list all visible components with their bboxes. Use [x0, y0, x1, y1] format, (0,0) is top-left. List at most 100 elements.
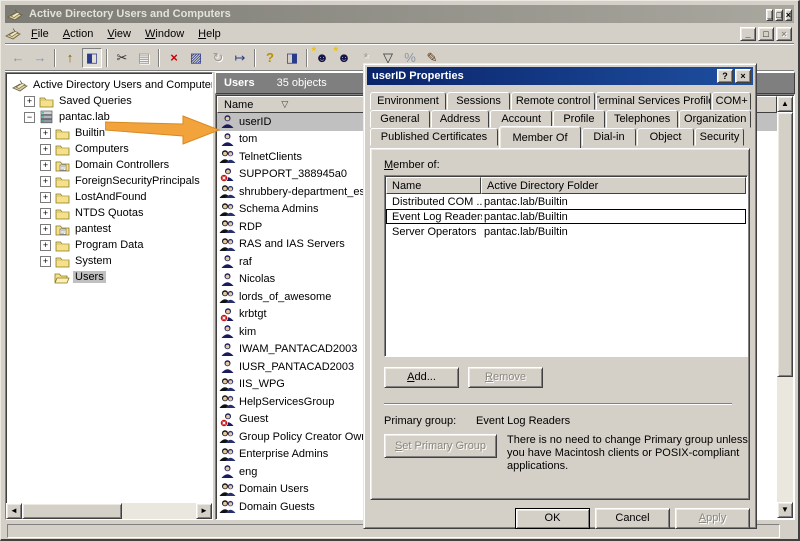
description-bar-icon[interactable]: ◨: [282, 48, 302, 68]
minimize-button[interactable]: _: [766, 9, 773, 21]
tree-item-saved-queries[interactable]: +Saved Queries: [10, 93, 212, 109]
up-one-level-icon[interactable]: ↑: [60, 48, 80, 68]
tab-remote-control[interactable]: Remote control: [511, 92, 595, 110]
close-button[interactable]: ×: [785, 9, 792, 21]
group-icon: [219, 516, 236, 518]
primary-group-label: Primary group:: [384, 415, 456, 427]
group-icon: [219, 149, 236, 165]
maximize-button[interactable]: □: [775, 9, 782, 21]
properties-icon[interactable]: ▨: [186, 48, 206, 68]
tree-item-system[interactable]: +System: [10, 253, 212, 269]
tree-horizontal-scrollbar[interactable]: ◄ ►: [6, 503, 212, 519]
tab-address[interactable]: Address: [431, 110, 490, 128]
sparkle-icon: *: [333, 44, 338, 58]
add-button[interactable]: Add...: [384, 367, 459, 388]
tab-security[interactable]: Security: [695, 128, 744, 146]
user-icon: [219, 341, 236, 357]
tree-item-foreignsecurityprincipals[interactable]: +ForeignSecurityPrincipals: [10, 173, 212, 189]
tree-item-active-directory-users-and-computer[interactable]: Active Directory Users and Computer: [10, 77, 212, 93]
folder-icon: [38, 94, 54, 108]
menu-file[interactable]: File: [24, 25, 56, 43]
scroll-up-button[interactable]: ▲: [777, 96, 793, 112]
tree-item-lostandfound[interactable]: +LostAndFound: [10, 189, 212, 205]
tree-expand-box[interactable]: +: [24, 96, 35, 107]
refresh-icon[interactable]: ↻: [208, 48, 228, 68]
tab-published-certificates[interactable]: Published Certificates: [370, 128, 498, 146]
list-vertical-scrollbar[interactable]: ▲ ▼: [777, 96, 793, 518]
window-titlebar[interactable]: Active Directory Users and Computers _□×: [5, 5, 794, 23]
toolbar-separator: [106, 49, 108, 67]
menu-items: FileActionViewWindowHelp: [24, 25, 228, 43]
tree-expand-box[interactable]: −: [24, 112, 35, 123]
tree-expand-box[interactable]: +: [40, 240, 51, 251]
scroll-left-button[interactable]: ◄: [6, 503, 22, 519]
tab-terminal-services-profile[interactable]: Terminal Services Profile: [596, 92, 711, 110]
tree-item-pantest[interactable]: +pantest: [10, 221, 212, 237]
mdi-minimize-button[interactable]: _: [740, 27, 756, 41]
tree-item-domain-controllers[interactable]: +Domain Controllers: [10, 157, 212, 173]
member-col-folder[interactable]: Active Directory Folder: [481, 177, 746, 194]
tree-expand-box[interactable]: +: [40, 144, 51, 155]
apply-button[interactable]: Apply: [675, 508, 750, 529]
dialog-help-button[interactable]: ?: [717, 69, 733, 83]
back-icon[interactable]: ←: [8, 48, 28, 68]
tree-expand-box[interactable]: +: [40, 128, 51, 139]
tab-organization[interactable]: Organization: [679, 110, 751, 128]
tree-expand-box[interactable]: +: [40, 256, 51, 267]
help-icon[interactable]: ?: [260, 48, 280, 68]
cancel-button[interactable]: Cancel: [595, 508, 670, 529]
member-row-server-operators[interactable]: Server Operatorspantac.lab/Builtin: [386, 224, 746, 239]
tab-dial-in[interactable]: Dial-in: [582, 128, 636, 146]
dialog-title-controls: ?×: [715, 69, 751, 83]
member-row-event-log-readers[interactable]: Event Log Readerspantac.lab/Builtin: [386, 209, 746, 224]
domain-icon: [38, 110, 54, 124]
ok-button[interactable]: OK: [515, 508, 590, 529]
forward-icon[interactable]: →: [30, 48, 50, 68]
tree-expand-box[interactable]: +: [40, 224, 51, 235]
dialog-close-button[interactable]: ×: [735, 69, 751, 83]
tab-general[interactable]: General: [370, 110, 430, 128]
group-icon: [219, 201, 236, 217]
tab-environment[interactable]: Environment: [370, 92, 446, 110]
menu-action[interactable]: Action: [56, 25, 101, 43]
tree-expand-box[interactable]: +: [40, 192, 51, 203]
tab-object[interactable]: Object: [637, 128, 694, 146]
new-user-icon[interactable]: ☻*: [312, 48, 332, 68]
set-primary-group-button[interactable]: Set Primary Group: [384, 434, 497, 458]
delete-icon[interactable]: ×: [164, 48, 184, 68]
tab-sessions[interactable]: Sessions: [447, 92, 510, 110]
scroll-down-button[interactable]: ▼: [777, 502, 793, 518]
tab-telephones[interactable]: Telephones: [606, 110, 679, 128]
tree-item-users[interactable]: Users: [10, 269, 212, 285]
member-of-list[interactable]: Name Active Directory Folder Distributed…: [384, 175, 748, 357]
dialog-titlebar[interactable]: userID Properties ?×: [367, 67, 753, 85]
list-item-label: kim: [239, 326, 256, 338]
menu-window[interactable]: Window: [138, 25, 191, 43]
mdi-restore-button[interactable]: □: [758, 27, 774, 41]
group-icon: [219, 236, 236, 252]
tree-item-ntds-quotas[interactable]: +NTDS Quotas: [10, 205, 212, 221]
export-list-icon[interactable]: ↦: [230, 48, 250, 68]
tree-expand-box[interactable]: +: [40, 208, 51, 219]
menu-help[interactable]: Help: [191, 25, 228, 43]
show-console-tree-icon[interactable]: ◧: [82, 48, 102, 68]
tree-expand-box[interactable]: +: [40, 176, 51, 187]
scroll-right-button[interactable]: ►: [196, 503, 212, 519]
list-item-label: Nicolas: [239, 273, 275, 285]
tab-com-[interactable]: COM+: [712, 92, 751, 110]
remove-button[interactable]: Remove: [468, 367, 543, 388]
member-row-distributed-com-[interactable]: Distributed COM ...pantac.lab/Builtin: [386, 194, 746, 209]
scroll-thumb[interactable]: [777, 112, 793, 377]
result-pane-count: 35 objects: [277, 77, 327, 89]
scroll-thumb[interactable]: [22, 503, 122, 519]
member-col-name[interactable]: Name: [386, 177, 481, 194]
cut-icon[interactable]: ✂: [112, 48, 132, 68]
tab-member-of[interactable]: Member Of: [499, 126, 581, 148]
console-tree: Active Directory Users and Computer+Save…: [6, 73, 212, 285]
new-group-icon[interactable]: ☻*: [334, 48, 354, 68]
mdi-close-button[interactable]: ×: [776, 27, 792, 41]
tree-expand-box[interactable]: +: [40, 160, 51, 171]
menu-view[interactable]: View: [100, 25, 138, 43]
paste-icon[interactable]: ▤: [134, 48, 154, 68]
tree-item-program-data[interactable]: +Program Data: [10, 237, 212, 253]
